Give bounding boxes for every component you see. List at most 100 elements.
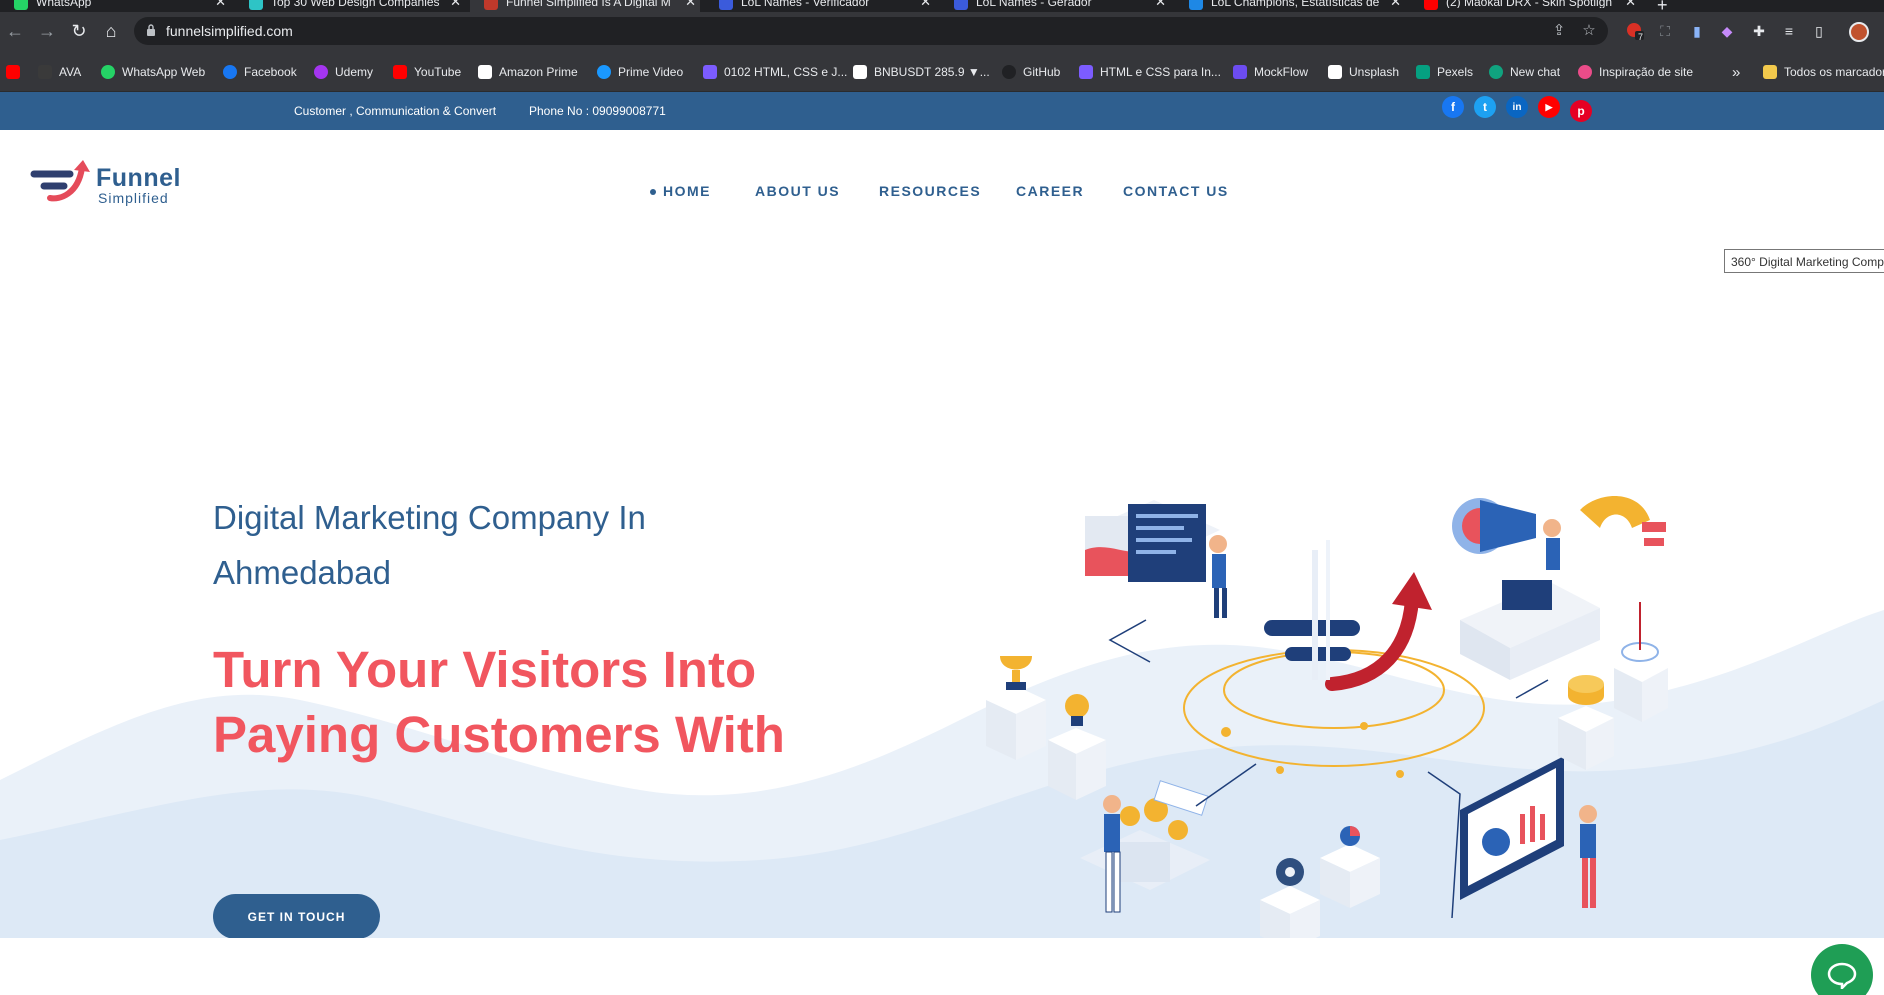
youtube-icon (393, 65, 407, 79)
home-button[interactable]: ⌂ (100, 20, 122, 42)
nav-career[interactable]: CAREER (1016, 183, 1084, 199)
bookmark-prime-video[interactable]: Prime Video (597, 64, 683, 80)
udemy-icon (314, 65, 328, 79)
amazon-icon (478, 65, 492, 79)
bookmark-star-icon[interactable]: ☆ (1580, 22, 1598, 40)
site-icon (1189, 0, 1203, 10)
extensions-puzzle-icon[interactable]: ✚ (1750, 22, 1768, 40)
tab-title: WhatsApp (36, 0, 92, 8)
close-tab-icon[interactable]: ✕ (215, 0, 226, 8)
close-tab-icon[interactable]: ✕ (1155, 0, 1166, 8)
site-icon (954, 0, 968, 10)
shield-icon (1079, 65, 1093, 79)
site-icon (249, 0, 263, 10)
unsplash-icon (1328, 65, 1342, 79)
screen-capture-icon[interactable]: ⛶ (1656, 22, 1674, 40)
tab-title: LoL Champions, Estatísticas de (1211, 0, 1380, 8)
lock-icon (147, 24, 155, 36)
bookmark-unsplash[interactable]: Unsplash (1328, 64, 1399, 80)
bookmark-youtube[interactable]: YouTube (393, 64, 461, 80)
browser-tab[interactable]: Top 30 Web Design Companies ✕ (235, 0, 465, 12)
bookmark-html-css-intro[interactable]: HTML e CSS para In... (1079, 64, 1221, 80)
bookmark-facebook[interactable]: Facebook (223, 64, 297, 80)
phone-text: Phone No : 09099008771 (529, 104, 666, 118)
hero-section: Digital Marketing Company In Ahmedabad T… (0, 250, 1884, 950)
all-bookmarks-folder[interactable]: Todos os marcadores (1763, 64, 1884, 80)
bookmark-label: Todos os marcadores (1784, 65, 1884, 79)
twitter-icon[interactable]: t (1474, 96, 1496, 118)
address-bar[interactable]: funnelsimplified.com ⇪ ☆ (134, 17, 1608, 45)
funnel-icon (484, 0, 498, 10)
nav-about-us[interactable]: ABOUT US (755, 183, 840, 199)
tab-title: LoL Names - Verificador (741, 0, 870, 8)
bookmark-pexels[interactable]: Pexels (1416, 64, 1473, 80)
bookmarks-overflow-button[interactable]: » (1732, 63, 1741, 81)
bookmark-ava[interactable]: AVA (38, 64, 81, 80)
browser-tab-strip: WhatsApp ✕ Top 30 Web Design Companies ✕… (0, 0, 1884, 12)
website-viewport: Customer , Communication & Convert Phone… (0, 92, 1884, 995)
bookmark-label: Amazon Prime (499, 65, 578, 79)
logo-subtitle: Simplified (98, 190, 169, 206)
back-button[interactable]: ← (4, 20, 26, 42)
profile-avatar[interactable] (1849, 22, 1869, 42)
facebook-icon[interactable]: f (1442, 96, 1464, 118)
extension-icon[interactable]: ▮ (1688, 22, 1706, 40)
bookmark-label: GitHub (1023, 65, 1061, 79)
get-in-touch-button[interactable]: GET IN TOUCH (213, 894, 380, 939)
bookmark-amazon-prime[interactable]: Amazon Prime (478, 64, 578, 80)
mockflow-icon (1233, 65, 1247, 79)
bookmark-label: Udemy (335, 65, 374, 79)
bookmark-mockflow[interactable]: MockFlow (1233, 64, 1308, 80)
bookmark-new-chat[interactable]: New chat (1489, 64, 1560, 80)
tab-title: (2) Maokai DRX - Skin Spotligh (1446, 0, 1613, 8)
side-panel-icon[interactable]: ▯ (1810, 22, 1828, 40)
youtube-icon[interactable]: ▶ (1538, 96, 1560, 118)
extension-icon[interactable]: ◆ (1718, 22, 1736, 40)
nav-resources[interactable]: RESOURCES (879, 183, 981, 199)
bookmark-label: WhatsApp Web (122, 65, 206, 79)
bookmark-label: Facebook (244, 65, 297, 79)
browser-tab[interactable]: (2) Maokai DRX - Skin Spotligh ✕ (1410, 0, 1640, 12)
pinterest-icon[interactable]: p (1570, 100, 1592, 122)
bookmark-youtube-shortcut[interactable] (6, 64, 27, 80)
hero-title: Turn Your Visitors Into Paying Customers… (213, 641, 785, 763)
pexels-icon (1416, 65, 1430, 79)
new-tab-button[interactable]: + (1657, 0, 1668, 12)
chevron-double-right-icon: » (1732, 63, 1741, 81)
browser-tab-active[interactable]: Funnel Simplified Is A Digital M ✕ (470, 0, 700, 12)
browser-toolbar: ← → ↻ ⌂ funnelsimplified.com ⇪ ☆ 7 ⛶ ▮ ◆… (0, 12, 1884, 52)
shield-icon (703, 65, 717, 79)
tradingview-icon (853, 65, 867, 79)
bookmark-udemy[interactable]: Udemy (314, 64, 373, 80)
nav-contact-us[interactable]: CONTACT US (1123, 183, 1229, 199)
reload-button[interactable]: ↻ (68, 20, 90, 42)
bookmark-github[interactable]: GitHub (1002, 64, 1060, 80)
share-icon[interactable]: ⇪ (1550, 22, 1568, 40)
close-tab-icon[interactable]: ✕ (685, 0, 696, 8)
bookmark-label: BNBUSDT 285.9 ▼... (874, 65, 990, 79)
site-logo[interactable]: Funnel Simplified (30, 158, 190, 208)
bookmark-label: HTML e CSS para In... (1100, 65, 1221, 79)
browser-tab[interactable]: LoL Champions, Estatísticas de ✕ (1175, 0, 1405, 12)
close-tab-icon[interactable]: ✕ (1390, 0, 1401, 8)
bookmark-whatsapp-web[interactable]: WhatsApp Web (101, 64, 205, 80)
browser-tab[interactable]: LoL Names - Verificador ✕ (705, 0, 935, 12)
browser-tab[interactable]: WhatsApp ✕ (0, 0, 230, 12)
funnel-logo-icon (30, 160, 90, 202)
site-header: Funnel Simplified HOME ABOUT US RESOURCE… (0, 130, 1884, 250)
nav-home[interactable]: HOME (663, 183, 711, 199)
browser-tab[interactable]: LoL Names - Gerador ✕ (940, 0, 1170, 12)
bookmark-inspiracao[interactable]: Inspiração de site (1578, 64, 1693, 80)
github-icon (1002, 65, 1016, 79)
forward-button[interactable]: → (36, 20, 58, 42)
bookmark-bnbusdt[interactable]: BNBUSDT 285.9 ▼... (853, 64, 990, 80)
close-tab-icon[interactable]: ✕ (920, 0, 931, 8)
close-tab-icon[interactable]: ✕ (1625, 0, 1636, 8)
dribbble-icon (1578, 65, 1592, 79)
whatsapp-icon (101, 65, 115, 79)
url-text: funnelsimplified.com (166, 23, 293, 39)
close-tab-icon[interactable]: ✕ (450, 0, 461, 8)
bookmark-html-css-js[interactable]: 0102 HTML, CSS e J... (703, 64, 847, 80)
linkedin-icon[interactable]: in (1506, 96, 1528, 118)
reading-list-icon[interactable]: ≡ (1780, 22, 1798, 40)
